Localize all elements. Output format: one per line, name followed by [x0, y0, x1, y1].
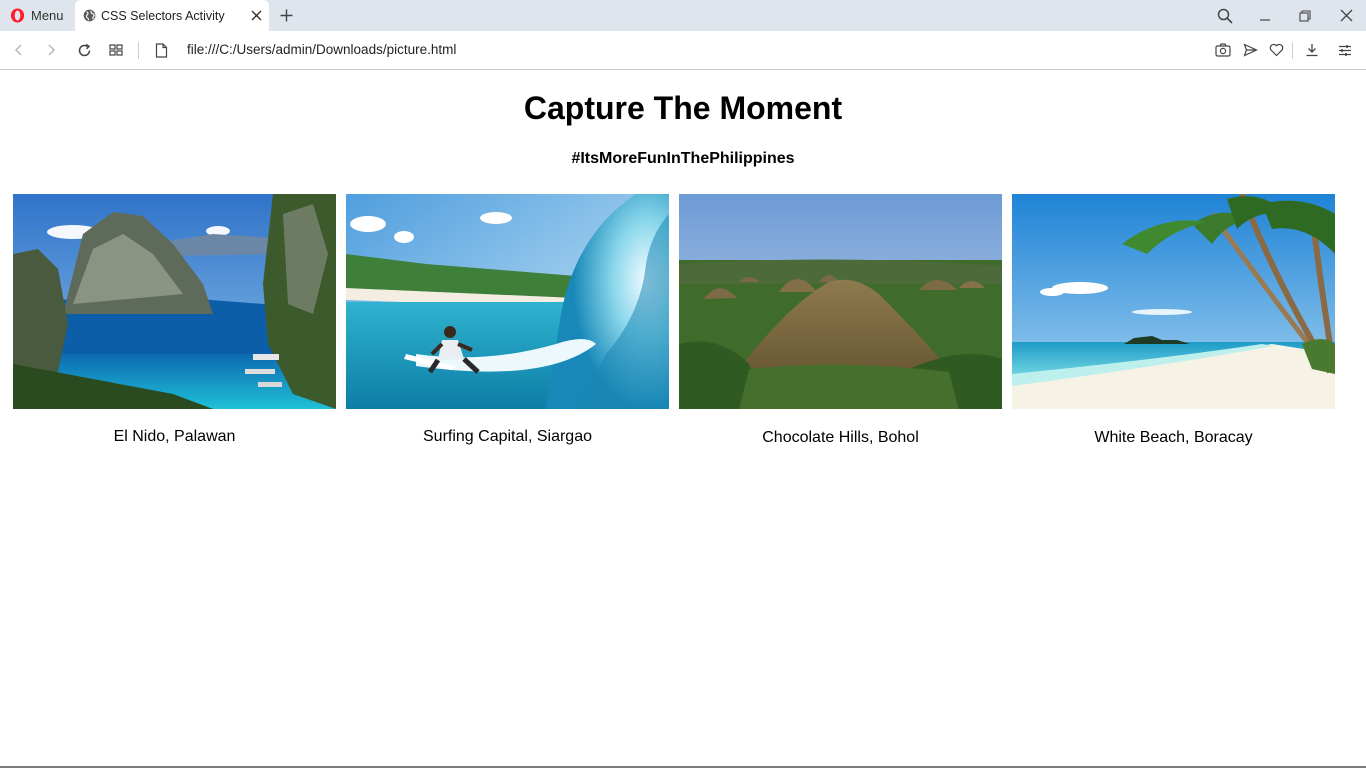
plus-icon[interactable]	[274, 3, 298, 27]
forward-icon[interactable]	[40, 39, 62, 61]
search-icon[interactable]	[1205, 0, 1245, 31]
send-icon[interactable]	[1239, 39, 1261, 61]
toolbar-divider	[1292, 42, 1293, 59]
download-icon[interactable]	[1301, 39, 1323, 61]
page-icon[interactable]	[150, 39, 172, 61]
tab-title: CSS Selectors Activity	[101, 8, 225, 23]
tab-strip: Menu CSS Selectors Activity	[0, 0, 1366, 31]
page-title: Capture The Moment	[523, 90, 843, 126]
url-field[interactable]: file:///C:/Users/admin/Downloads/picture…	[187, 42, 456, 57]
opera-menu-button[interactable]: Menu	[0, 0, 72, 31]
photo-caption: Surfing Capital, Siargao	[423, 428, 592, 445]
address-toolbar: file:///C:/Users/admin/Downloads/picture…	[0, 31, 1366, 70]
back-icon[interactable]	[8, 39, 30, 61]
restore-icon[interactable]	[1285, 0, 1325, 31]
photo-siargao	[346, 194, 669, 409]
menu-label: Menu	[31, 8, 64, 23]
page-content: Capture The Moment #ItsMoreFunInThePhili…	[0, 70, 1366, 766]
photo-chocolate-hills	[679, 194, 1002, 409]
grid-icon[interactable]	[105, 39, 127, 61]
gallery-card: El Nido, Palawan	[13, 194, 336, 445]
gallery-card: White Beach, Boracay	[1012, 194, 1335, 446]
toolbar-divider	[138, 42, 139, 59]
photo-caption: El Nido, Palawan	[113, 428, 236, 445]
close-icon[interactable]	[243, 0, 269, 31]
opera-logo-icon	[10, 8, 25, 23]
camera-icon[interactable]	[1212, 39, 1234, 61]
globe-icon	[83, 9, 96, 22]
close-window-icon[interactable]	[1326, 0, 1366, 31]
minimize-icon[interactable]	[1245, 0, 1285, 31]
photo-caption: White Beach, Boracay	[1094, 429, 1253, 446]
photo-boracay	[1012, 194, 1335, 409]
photo-caption: Chocolate Hills, Bohol	[762, 429, 919, 446]
gallery-card: Surfing Capital, Siargao	[346, 194, 669, 445]
heart-icon[interactable]	[1265, 39, 1287, 61]
page-subtitle: #ItsMoreFunInThePhilippines	[571, 150, 795, 167]
tab-active[interactable]: CSS Selectors Activity	[75, 0, 269, 31]
settings-icon[interactable]	[1334, 39, 1356, 61]
reload-icon[interactable]	[73, 39, 95, 61]
gallery-card: Chocolate Hills, Bohol	[679, 194, 1002, 446]
photo-el-nido	[13, 194, 336, 409]
